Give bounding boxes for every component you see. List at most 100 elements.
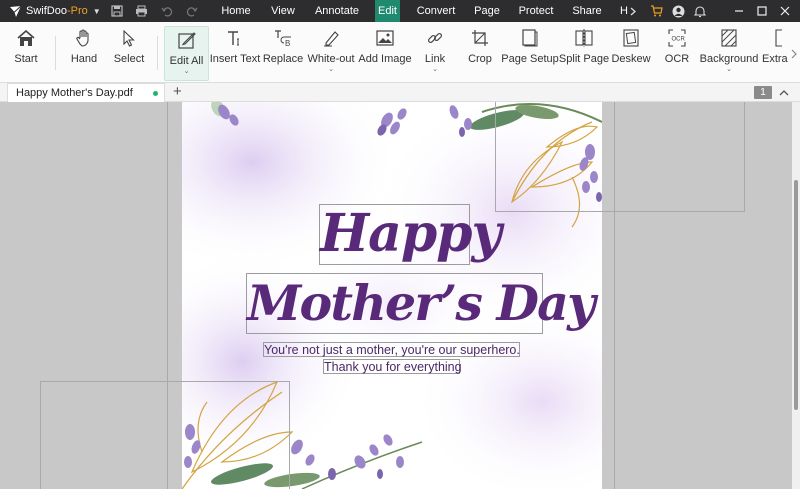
crop-icon [472, 30, 488, 46]
menu-scroll-right-icon[interactable] [627, 0, 639, 22]
page-setup-label: Page Setup [501, 53, 559, 65]
background-dropdown-icon[interactable]: ⌄ [726, 66, 732, 74]
extract-button[interactable]: Extra [762, 25, 788, 78]
app-edition: -Pro [66, 5, 88, 17]
print-icon[interactable] [129, 5, 154, 17]
app-name: SwifDoo [26, 5, 67, 17]
undo-icon[interactable] [154, 5, 179, 17]
select-label: Select [113, 53, 145, 65]
edit-pencil-icon [177, 32, 196, 49]
subtitle-textbox[interactable]: You're not just a mother, you're our sup… [263, 342, 520, 357]
replace-label: Replace [262, 53, 304, 65]
menu-share[interactable]: Share [567, 0, 607, 22]
insert-text-button[interactable]: Insert Text [209, 25, 261, 78]
extract-icon [775, 29, 782, 47]
page-setup-button[interactable]: Page Setup [501, 25, 559, 78]
document-tab-title: Happy Mother's Day.pdf [16, 87, 133, 99]
insert-text-icon [228, 31, 239, 46]
background-button[interactable]: Background ⌄ [699, 25, 759, 78]
image-selection-frame[interactable] [495, 102, 745, 212]
start-label: Start [14, 53, 38, 65]
collapse-chevron-up-icon[interactable] [779, 86, 789, 100]
split-page-button[interactable]: Split Page [558, 25, 610, 78]
replace-text-icon: B [275, 30, 291, 47]
split-page-icon [575, 29, 593, 47]
menu-protect[interactable]: Protect [515, 0, 557, 22]
ocr-label: OCR [664, 53, 690, 65]
edit-all-dropdown-icon[interactable]: ⌄ [184, 68, 190, 76]
document-tab[interactable]: Happy Mother's Day.pdf [7, 83, 165, 102]
toolbar-scroll-right-icon[interactable] [788, 32, 800, 76]
link-button[interactable]: Link ⌄ [418, 25, 452, 78]
crop-button[interactable]: Crop [463, 25, 497, 78]
home-icon [17, 29, 35, 46]
close-icon[interactable] [774, 0, 796, 22]
image-icon [376, 30, 394, 46]
minimize-icon[interactable] [728, 0, 750, 22]
app-menu-chevron-icon[interactable]: ▼ [93, 7, 101, 16]
unsaved-indicator-icon [153, 91, 158, 96]
start-button[interactable]: Start [6, 25, 46, 78]
menu-edit[interactable]: Edit [375, 0, 400, 22]
ribbon-toolbar: Start Hand Select Edit All ⌄ Insert Text… [0, 22, 800, 83]
extract-label: Extra [762, 53, 788, 65]
menu-annotate[interactable]: Annotate [310, 0, 364, 22]
document-tab-bar: Happy Mother's Day.pdf + 1 [0, 83, 800, 102]
split-page-label: Split Page [558, 53, 610, 65]
hand-icon [76, 29, 89, 47]
edit-all-button[interactable]: Edit All ⌄ [164, 26, 209, 81]
replace-button[interactable]: B Replace [263, 25, 303, 78]
deskew-button[interactable]: Deskew [611, 25, 651, 78]
document-workspace[interactable]: Happy Mother’s Day You're not just a mot… [0, 102, 792, 489]
white-out-button[interactable]: White-out ⌄ [306, 25, 356, 78]
toolbar-divider [157, 36, 158, 70]
background-label: Background [699, 53, 759, 65]
ocr-scan-icon: OCR [668, 29, 686, 47]
link-icon [427, 32, 443, 44]
insert-text-label: Insert Text [209, 53, 261, 65]
add-tab-button[interactable]: + [173, 84, 182, 100]
white-out-dropdown-icon[interactable]: ⌄ [328, 66, 334, 74]
select-button[interactable]: Select [110, 25, 148, 78]
app-logo[interactable]: SwifDoo -Pro ▼ [0, 5, 104, 18]
notification-bell-icon[interactable] [689, 0, 711, 22]
user-avatar-icon[interactable] [667, 0, 689, 22]
add-image-label: Add Image [358, 53, 412, 65]
white-out-label: White-out [307, 53, 355, 65]
redo-icon[interactable] [179, 5, 204, 17]
link-label: Link [424, 53, 446, 65]
cursor-arrow-icon [123, 29, 135, 47]
title-happy-textbox[interactable]: Happy [319, 204, 502, 265]
svg-text:OCR: OCR [672, 37, 686, 43]
title-bar: SwifDoo -Pro ▼ Home View Annotate Edit Co… [0, 0, 800, 22]
ocr-button[interactable]: OCR OCR [660, 25, 694, 78]
hand-button[interactable]: Hand [64, 25, 104, 78]
link-dropdown-icon[interactable]: ⌄ [432, 66, 438, 74]
title-mothers-day-textbox[interactable]: Mother’s Day [246, 273, 596, 334]
page-number-badge: 1 [754, 86, 772, 99]
vertical-scrollbar[interactable] [792, 102, 800, 489]
maximize-icon[interactable] [751, 0, 773, 22]
save-icon[interactable] [104, 5, 129, 17]
cart-icon[interactable] [645, 0, 667, 22]
scrollbar-thumb[interactable] [794, 180, 798, 410]
menu-page[interactable]: Page [468, 0, 506, 22]
image-selection-frame[interactable] [40, 381, 290, 489]
menu-view[interactable]: View [264, 0, 302, 22]
crop-label: Crop [468, 53, 492, 65]
hand-label: Hand [70, 53, 98, 65]
toolbar-divider [55, 36, 56, 70]
svg-text:B: B [285, 39, 290, 47]
quick-access-toolbar [104, 5, 204, 17]
thanks-textbox[interactable]: Thank you for everything [323, 359, 462, 374]
add-image-button[interactable]: Add Image [358, 25, 412, 78]
background-icon [721, 29, 737, 47]
deskew-icon [623, 29, 639, 47]
swifdoo-logo-icon [10, 5, 22, 17]
menu-convert[interactable]: Convert [412, 0, 460, 22]
eraser-icon [324, 31, 339, 47]
menu-home[interactable]: Home [214, 0, 258, 22]
deskew-label: Deskew [611, 53, 651, 65]
page-setup-icon [522, 29, 538, 47]
edit-all-label: Edit All [169, 55, 204, 67]
